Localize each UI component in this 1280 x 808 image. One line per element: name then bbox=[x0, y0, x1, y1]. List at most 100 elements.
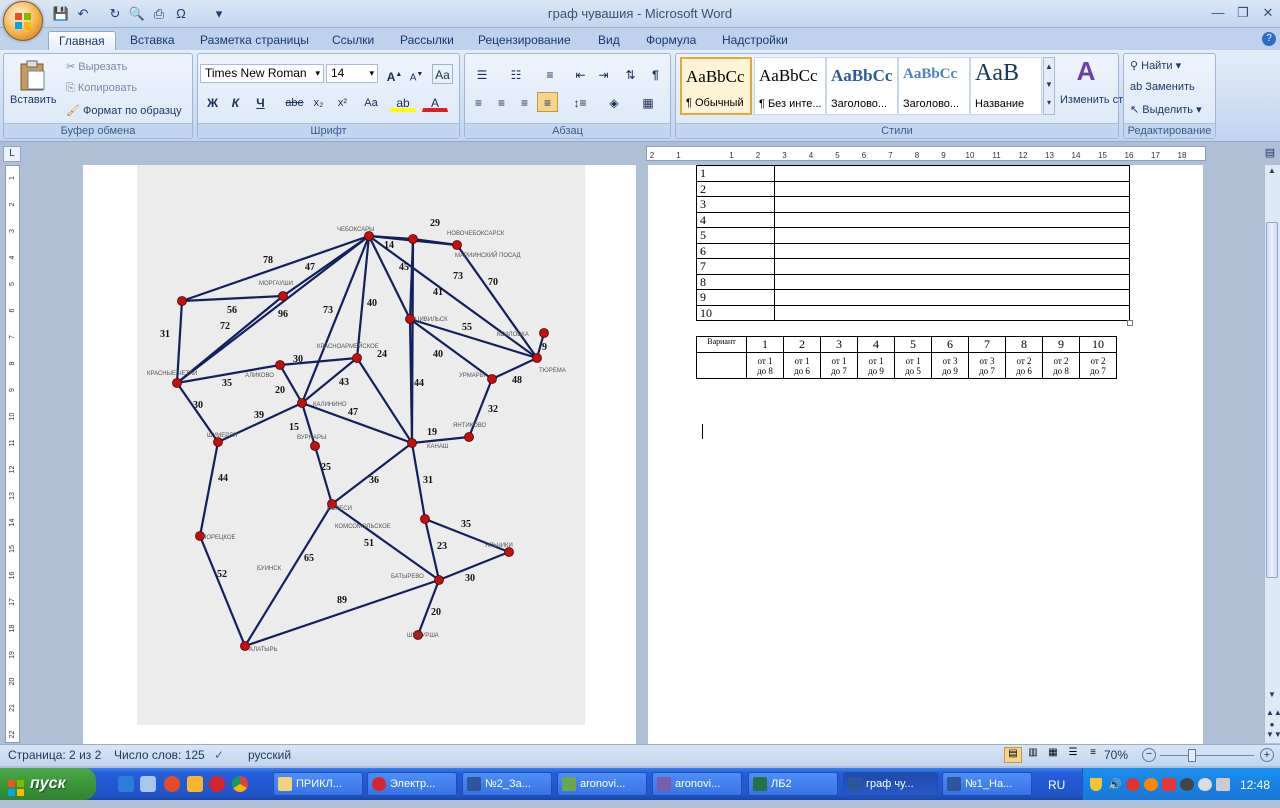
media-icon[interactable] bbox=[164, 776, 180, 792]
taskbar-item-aronovi-2[interactable]: aronovi... bbox=[652, 772, 742, 796]
table-row[interactable]: 6 bbox=[696, 242, 1130, 259]
format-painter-button[interactable]: 🖌 Формат по образцу bbox=[66, 104, 182, 117]
qat-customize-icon[interactable]: ▾ bbox=[210, 5, 228, 23]
increase-indent-icon[interactable]: ⇥ bbox=[593, 64, 614, 84]
page-counter[interactable]: Страница: 2 из 2 bbox=[8, 748, 101, 762]
bullets-icon[interactable]: ☰ bbox=[468, 64, 496, 84]
align-right-icon[interactable]: ≡ bbox=[514, 92, 535, 112]
taskbar-item-aronovi-1[interactable]: aronovi... bbox=[557, 772, 647, 796]
symbol-icon[interactable]: Ω bbox=[172, 5, 190, 23]
tab-references[interactable]: Ссылки bbox=[322, 31, 384, 50]
row-number-cell[interactable]: 8 bbox=[696, 273, 775, 290]
shading-icon[interactable]: ◈ bbox=[600, 92, 628, 112]
horizontal-ruler[interactable]: 2 1 1 2 3 4 5 6 7 8 9 10 11 12 13 14 15 16 17 18 bbox=[646, 146, 1206, 161]
table-row[interactable]: 5 bbox=[696, 227, 1130, 244]
empty-cell[interactable] bbox=[774, 180, 1130, 197]
row-number-cell[interactable]: 3 bbox=[696, 196, 775, 213]
zoom-out-icon[interactable]: − bbox=[1142, 748, 1156, 762]
opera-icon[interactable] bbox=[209, 776, 225, 792]
tab-review[interactable]: Рецензирование bbox=[468, 31, 581, 50]
clock-tray-icon[interactable] bbox=[1198, 778, 1212, 791]
style-normal[interactable]: AaBbCc ¶ Обычный bbox=[680, 57, 752, 115]
select-button[interactable]: ↖ Выделить ▾ bbox=[1130, 103, 1202, 116]
empty-cell[interactable] bbox=[774, 227, 1130, 244]
prev-page-icon[interactable]: ▲▲ bbox=[1266, 708, 1280, 720]
tab-home[interactable]: Главная bbox=[48, 31, 116, 50]
paste-icon[interactable] bbox=[18, 58, 48, 92]
next-page-icon[interactable]: ▼▼ bbox=[1266, 730, 1280, 742]
language-bar[interactable]: RU bbox=[1048, 778, 1065, 792]
show-marks-icon[interactable]: ¶ bbox=[645, 64, 666, 84]
empty-cell[interactable] bbox=[774, 289, 1130, 306]
superscript-button[interactable]: x² bbox=[332, 92, 353, 112]
justify-icon[interactable]: ≡ bbox=[537, 92, 558, 112]
table-row[interactable]: 8 bbox=[696, 273, 1130, 290]
volume-icon[interactable]: 🔊 bbox=[1108, 778, 1122, 791]
save-icon[interactable]: 💾 bbox=[52, 5, 70, 23]
office-button[interactable] bbox=[3, 1, 43, 41]
style-heading-1[interactable]: AaBbCc Заголово... bbox=[826, 57, 898, 115]
empty-cell[interactable] bbox=[774, 242, 1130, 259]
outline-icon[interactable]: ☰ bbox=[1064, 747, 1082, 763]
antivirus-icon[interactable] bbox=[1126, 778, 1140, 791]
empty-cell[interactable] bbox=[774, 273, 1130, 290]
find-button[interactable]: ⚲ Найти ▾ bbox=[1130, 59, 1181, 72]
font-size-select[interactable]: 14 ▾ bbox=[326, 64, 378, 83]
zoom-slider-thumb[interactable] bbox=[1188, 749, 1196, 762]
language-indicator[interactable]: русский bbox=[248, 748, 291, 762]
style-title[interactable]: AaB Название bbox=[970, 57, 1042, 115]
table-resize-handle[interactable] bbox=[1127, 320, 1133, 326]
empty-cell[interactable] bbox=[774, 304, 1130, 321]
zoom-level[interactable]: 70% bbox=[1104, 748, 1128, 762]
zoom-slider-track[interactable] bbox=[1160, 755, 1254, 756]
multilevel-list-icon[interactable]: ≡ bbox=[536, 64, 564, 84]
copy-button[interactable]: ⎘ Копировать bbox=[66, 82, 137, 95]
app-icon[interactable] bbox=[187, 776, 203, 792]
print-preview-icon[interactable]: 🔍 bbox=[128, 5, 146, 23]
redo-icon[interactable]: ↻ bbox=[106, 5, 124, 23]
undo-icon[interactable]: ↶ bbox=[74, 5, 92, 23]
usb-icon[interactable] bbox=[1216, 778, 1230, 791]
print-layout-icon[interactable]: ▤ bbox=[1004, 747, 1022, 763]
clock[interactable]: 12:48 bbox=[1240, 778, 1270, 792]
print-icon[interactable]: ⎙ bbox=[150, 5, 168, 23]
table-row[interactable]: 1 bbox=[696, 165, 1130, 182]
row-number-cell[interactable]: 1 bbox=[696, 165, 775, 182]
tab-addins[interactable]: Надстройки bbox=[712, 31, 798, 50]
table-row[interactable]: 4 bbox=[696, 211, 1130, 228]
change-styles-button[interactable]: Изменить стили bbox=[1060, 94, 1142, 106]
clear-format-icon[interactable]: Aa bbox=[432, 64, 453, 84]
zoom-in-icon[interactable]: + bbox=[1260, 748, 1274, 762]
empty-cell[interactable] bbox=[774, 196, 1130, 213]
spelling-icon[interactable]: ✓ bbox=[214, 748, 224, 762]
table-row[interactable]: 10 bbox=[696, 304, 1130, 321]
vertical-ruler[interactable]: 1 2 3 4 5 6 7 8 9 10 11 12 13 14 15 16 17 18 19 20 21 22 bbox=[5, 165, 20, 743]
empty-cell[interactable] bbox=[774, 258, 1130, 275]
taskbar-item-opera[interactable]: Электр... bbox=[367, 772, 457, 796]
row-number-cell[interactable]: 2 bbox=[696, 180, 775, 197]
show-desktop-icon[interactable] bbox=[140, 776, 156, 792]
web-layout-icon[interactable]: ▦ bbox=[1044, 747, 1062, 763]
chrome-icon[interactable] bbox=[232, 776, 248, 792]
browse-object-icon[interactable]: ● bbox=[1266, 720, 1278, 730]
change-case-button[interactable]: Аа bbox=[357, 92, 385, 112]
maximize-icon[interactable]: ❐ bbox=[1230, 4, 1256, 22]
empty-cell[interactable] bbox=[774, 165, 1130, 182]
shrink-font-icon[interactable]: A▼ bbox=[406, 64, 427, 84]
row-number-cell[interactable]: 6 bbox=[696, 242, 775, 259]
font-name-select[interactable]: Times New Roman ▾ bbox=[200, 64, 324, 83]
replace-button[interactable]: ab Заменить bbox=[1130, 81, 1195, 93]
start-button[interactable]: пуск bbox=[0, 768, 96, 800]
bold-button[interactable]: Ж bbox=[202, 92, 223, 112]
tab-selector-icon[interactable]: L bbox=[3, 146, 21, 162]
taskbar-item-word-1[interactable]: №1_На... bbox=[942, 772, 1032, 796]
table-row[interactable]: 3 bbox=[696, 196, 1130, 213]
tab-mailings[interactable]: Рассылки bbox=[390, 31, 464, 50]
app-tray-icon[interactable] bbox=[1144, 778, 1158, 791]
style-heading-2[interactable]: AaBbCc Заголово... bbox=[898, 57, 970, 115]
change-styles-icon[interactable]: A bbox=[1068, 56, 1104, 88]
taskbar-item-graf[interactable]: граф чу... bbox=[843, 772, 938, 796]
row-number-cell[interactable]: 10 bbox=[696, 304, 775, 321]
ie-icon[interactable] bbox=[118, 776, 134, 792]
style-no-spacing[interactable]: AaBbCc ¶ Без инте... bbox=[754, 57, 826, 115]
